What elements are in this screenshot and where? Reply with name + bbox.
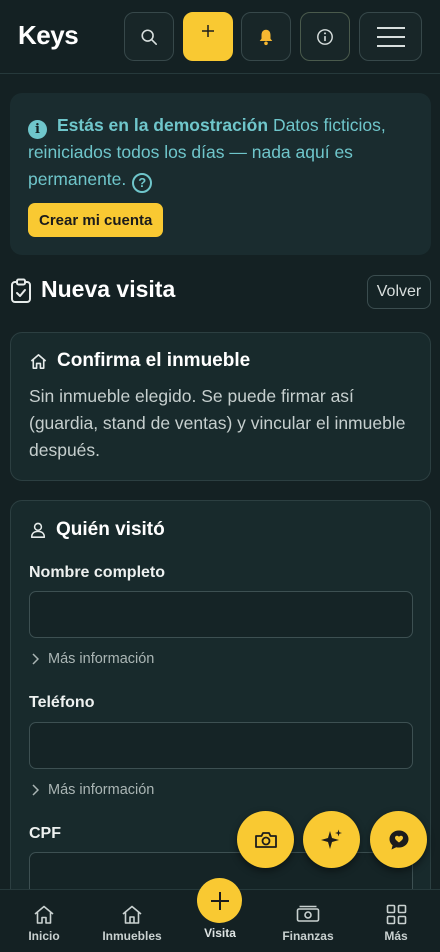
nav-item-home[interactable]: Inicio bbox=[4, 904, 84, 943]
chevron-right-icon bbox=[32, 784, 39, 796]
chevron-right-icon bbox=[32, 653, 39, 665]
grid-icon bbox=[386, 904, 406, 925]
home-icon bbox=[34, 905, 54, 924]
user-icon bbox=[30, 522, 46, 538]
visitor-card: Quién visitó Nombre completo Más informa… bbox=[10, 500, 431, 920]
search-icon bbox=[141, 28, 158, 45]
banner-text: i Estás en la demostración Datos ficticio… bbox=[28, 112, 413, 193]
phone-more-info[interactable]: Más información bbox=[31, 782, 154, 798]
phone-label: Teléfono bbox=[29, 694, 95, 711]
full-name-input[interactable] bbox=[29, 591, 413, 638]
top-bar: Keys bbox=[0, 0, 440, 74]
property-card: Confirma el inmueble Sin inmueble elegid… bbox=[10, 332, 431, 481]
phone-input[interactable] bbox=[29, 722, 413, 769]
nav-label: Más bbox=[384, 929, 408, 943]
info-button[interactable] bbox=[300, 12, 350, 61]
full-name-label: Nombre completo bbox=[29, 564, 166, 581]
chat-heart-icon bbox=[389, 830, 408, 849]
help-icon[interactable]: ? bbox=[132, 172, 153, 193]
back-button[interactable]: Volver bbox=[367, 275, 431, 309]
app-logo[interactable]: Keys bbox=[18, 20, 79, 51]
menu-button[interactable] bbox=[359, 12, 422, 61]
plus-icon bbox=[210, 891, 229, 910]
info-icon bbox=[317, 28, 333, 45]
nav-item-properties[interactable]: Inmuebles bbox=[92, 904, 172, 943]
ai-assistant-button[interactable] bbox=[303, 811, 360, 868]
banner-title: Estás en la demostración bbox=[57, 115, 269, 135]
nav-item-more[interactable]: Más bbox=[356, 904, 436, 943]
visitor-card-header: Quién visitó bbox=[29, 519, 165, 541]
property-card-body: Sin inmueble elegido. Se puede firmar as… bbox=[29, 386, 406, 460]
notifications-button[interactable] bbox=[241, 12, 291, 61]
cpf-label: CPF bbox=[29, 825, 61, 842]
hamburger-icon bbox=[376, 26, 405, 47]
nav-label-visit: Visita bbox=[204, 926, 236, 940]
visitor-card-title: Quién visitó bbox=[56, 519, 165, 540]
more-info-label: Más información bbox=[48, 651, 155, 667]
full-name-more-info[interactable]: Más información bbox=[31, 651, 154, 667]
home-icon bbox=[30, 353, 47, 369]
add-button[interactable] bbox=[183, 12, 233, 61]
money-icon bbox=[296, 905, 320, 922]
page-title: Nueva visita bbox=[41, 276, 176, 302]
bell-icon bbox=[259, 29, 273, 45]
more-info-label: Más información bbox=[48, 782, 155, 798]
property-card-header: Confirma el inmueble bbox=[29, 350, 250, 372]
nav-label: Inicio bbox=[28, 929, 60, 943]
search-button[interactable] bbox=[124, 12, 174, 61]
nav-item-finances[interactable]: Finanzas bbox=[268, 904, 348, 943]
plus-icon bbox=[202, 24, 214, 37]
chat-button[interactable] bbox=[370, 811, 427, 868]
buildings-icon bbox=[122, 905, 142, 924]
property-card-title: Confirma el inmueble bbox=[57, 350, 251, 371]
nav-label: Inmuebles bbox=[102, 929, 162, 943]
clipboard-check-icon bbox=[11, 278, 31, 303]
sparkles-icon bbox=[320, 829, 342, 849]
nav-label: Finanzas bbox=[282, 929, 334, 943]
camera-icon bbox=[254, 831, 277, 848]
info-icon: i bbox=[28, 120, 47, 139]
demo-banner: i Estás en la demostración Datos ficticio… bbox=[10, 93, 431, 255]
camera-button[interactable] bbox=[237, 811, 294, 868]
nav-item-visit[interactable] bbox=[197, 878, 242, 923]
create-account-button[interactable]: Crear mi cuenta bbox=[28, 203, 164, 237]
